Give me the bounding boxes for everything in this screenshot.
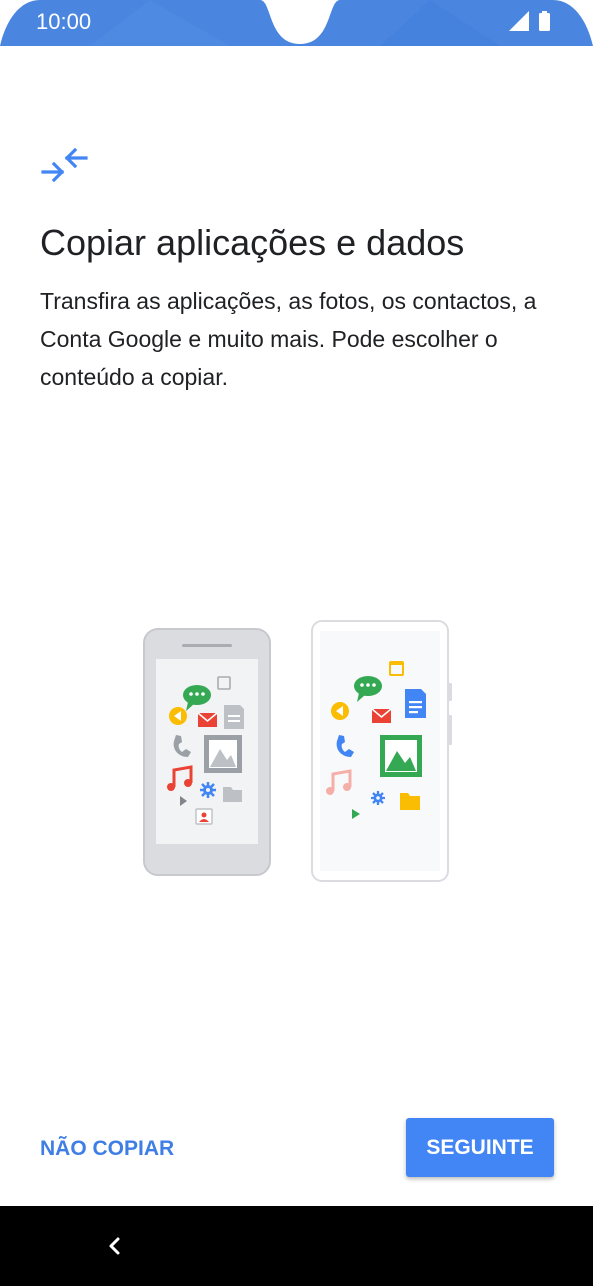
- new-phone: [311, 620, 452, 882]
- status-icons: [507, 11, 557, 33]
- signal-icon: [509, 11, 529, 31]
- page-description: Transfira as aplicações, as fotos, os co…: [40, 288, 537, 390]
- battery-icon: [539, 11, 550, 31]
- status-time: 10:00: [36, 9, 92, 34]
- old-phone: [143, 628, 271, 876]
- page-title: Copiar aplicações e dados: [40, 222, 465, 263]
- skip-copy-button[interactable]: NÃO COPIAR: [40, 1130, 174, 1168]
- old-phone-to-new-phone-illustration: [136, 615, 456, 890]
- back-icon[interactable]: [100, 1224, 130, 1268]
- next-button[interactable]: SEGUINTE: [406, 1118, 554, 1177]
- navigation-bar: [0, 1206, 593, 1286]
- copy-transfer-icon: [40, 147, 92, 184]
- status-bar: 10:00: [0, 0, 593, 46]
